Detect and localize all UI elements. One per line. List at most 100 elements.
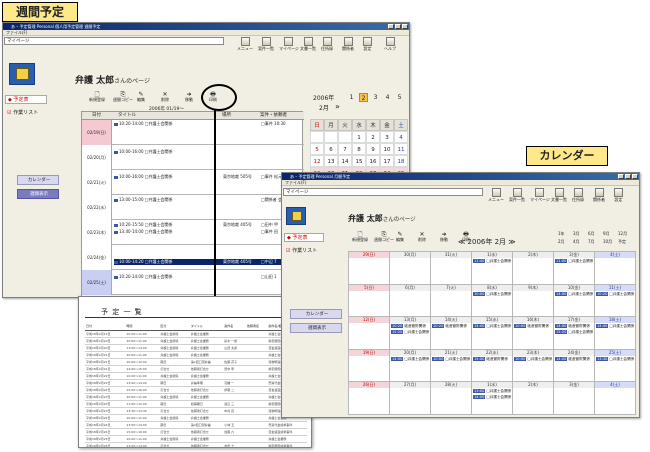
calendar-day-cell[interactable]: 14(火) 10:20 破産管財関係: [431, 317, 472, 350]
sidebar-item-schedule[interactable]: ◆ 予定表: [5, 95, 47, 104]
top-tool-button-6[interactable]: 設定: [614, 188, 623, 203]
calendar-event[interactable]: 14:00 □弁護士会関係: [555, 291, 593, 297]
schedule-entry[interactable]: 10:00-16:00 □弁護士会関係: [114, 149, 302, 155]
range-option[interactable]: 1年: [558, 231, 565, 237]
sidebar-item-calendar[interactable]: カレンダー: [17, 175, 59, 185]
top-tool-button-0[interactable]: メニュー: [488, 188, 504, 203]
calendar-event[interactable]: 13:30 □弁護士会関係: [596, 356, 634, 362]
top-tool-button-1[interactable]: 案件一覧: [258, 37, 274, 52]
sidebar-item-week[interactable]: 週間表示: [290, 323, 342, 333]
calendar-day-cell[interactable]: 13(月) 10:20 破産管財関係 15:20 □弁護士会関係: [390, 317, 431, 350]
mini-cal-link[interactable]: 3: [371, 93, 380, 102]
sidebar-item-calendar[interactable]: カレンダー: [290, 309, 342, 319]
calendar-tool-3[interactable]: ✕ 削除: [418, 231, 426, 243]
calendar-event[interactable]: 14:00 破産管財関係: [555, 356, 593, 362]
schedule-entry[interactable]: 13:40-14:00 □弁護士会関係 □事件 田: [114, 229, 302, 235]
mini-cal-day[interactable]: 8: [352, 143, 366, 155]
calendar-day-cell[interactable]: 26(日): [349, 382, 390, 415]
schedule-tool-4[interactable]: ➜ 移動: [185, 91, 193, 103]
date-cell[interactable]: 02/22(水): [82, 195, 112, 220]
minimize-button[interactable]: [618, 174, 624, 179]
date-cell[interactable]: 02/20(月): [82, 145, 112, 170]
calendar-day-cell[interactable]: 24(金) 14:00 破産管財関係: [554, 349, 595, 383]
calendar-day-cell[interactable]: 20(月) 14:00 □弁護士会関係: [390, 349, 431, 383]
top-tool-button-4[interactable]: 住所録: [321, 37, 333, 52]
calendar-event[interactable]: 10:20 破産管財関係: [432, 324, 470, 329]
mini-cal-link[interactable]: 6: [407, 93, 409, 102]
mini-cal-day[interactable]: 18: [394, 155, 408, 167]
date-cell[interactable]: 02/21(火): [82, 170, 112, 195]
calendar-event[interactable]: 10:00 □弁護士会関係: [473, 291, 511, 297]
calendar-day-cell[interactable]: 7(火): [431, 284, 472, 318]
calendar-day-cell[interactable]: 28(火): [431, 382, 472, 415]
mini-cal-day[interactable]: 1: [352, 131, 366, 143]
calendar-day-cell[interactable]: 27(月): [390, 382, 431, 415]
calendar-day-cell[interactable]: 11(土) 10:20 □弁護士会関係: [595, 284, 636, 318]
calendar-day-cell[interactable]: 23(木) 10:00 □弁護士会関係: [513, 349, 554, 383]
top-tool-button-4[interactable]: 住所録: [572, 188, 584, 203]
calendar-day-cell[interactable]: 2(木): [513, 382, 554, 415]
mini-cal-day[interactable]: 15: [352, 155, 366, 167]
menu-bar[interactable]: ファイル(F): [282, 180, 639, 186]
mini-cal-day[interactable]: 9: [366, 143, 380, 155]
sidebar-item-todo[interactable]: ☑ 作業リスト: [284, 247, 332, 256]
calendar-day-cell[interactable]: 21(火) 10:00 □弁護士会関係: [431, 349, 472, 383]
top-tool-button-3[interactable]: 文書一覧: [551, 188, 567, 203]
calendar-event[interactable]: 15:20 □弁護士会関係: [555, 329, 593, 335]
schedule-entry[interactable]: 10:20-14:00 □弁護士会関係 □事件 10:30: [114, 121, 302, 127]
date-cell[interactable]: 02/24(金): [82, 245, 112, 270]
top-tool-button-6[interactable]: 設定: [363, 37, 372, 52]
top-tool-button-5[interactable]: 関係者: [593, 188, 605, 203]
calendar-day-cell[interactable]: 29(日): [349, 252, 390, 285]
sidebar-item-schedule[interactable]: ◆ 予定表: [284, 233, 324, 242]
schedule-tool-0[interactable]: 🗋 新規登録: [89, 91, 105, 103]
calendar-tool-0[interactable]: 🗋 新規登録: [352, 231, 368, 243]
mini-cal-link[interactable]: 2: [359, 93, 368, 102]
mini-cal-link[interactable]: 1: [347, 93, 356, 102]
calendar-event[interactable]: 13:00 □弁護士会関係: [473, 389, 511, 394]
schedule-tool-3[interactable]: ✕ 削除: [161, 91, 169, 103]
calendar-event[interactable]: 14:00 □弁護士会関係: [391, 356, 429, 362]
range-option[interactable]: 9月: [603, 231, 610, 237]
calendar-day-cell[interactable]: 1(水) 11:40 □弁護士会関係: [472, 252, 513, 285]
menu-bar[interactable]: ファイル(F): [3, 30, 409, 36]
calendar-day-cell[interactable]: 30(月): [390, 252, 431, 285]
calendar-event[interactable]: 10:20 □弁護士会関係: [596, 291, 634, 297]
calendar-day-cell[interactable]: 4(土): [595, 382, 636, 415]
mini-cal-day[interactable]: 16: [366, 155, 380, 167]
range-option[interactable]: 予定: [618, 239, 626, 245]
mini-cal-day[interactable]: 5: [310, 143, 324, 155]
calendar-day-cell[interactable]: 8(水) 10:00 □弁護士会関係: [472, 284, 513, 318]
schedule-entry[interactable]: 10:20-14:00 □弁護士会関係 □山田 1: [114, 274, 302, 280]
calendar-event[interactable]: 14:00 破産管財関係: [555, 324, 593, 329]
top-tool-button-7[interactable]: ヘルプ: [384, 37, 396, 52]
top-tool-button-0[interactable]: メニュー: [237, 37, 253, 52]
calendar-event[interactable]: 10:00 □弁護士会関係: [514, 356, 552, 362]
calendar-tool-1[interactable]: ⎘ 週間コピー: [374, 231, 394, 243]
schedule-tool-1[interactable]: ⎘ 週間コピー: [113, 91, 133, 103]
calendar-day-cell[interactable]: 25(土) 13:30 □弁護士会関係: [595, 349, 636, 383]
schedule-entry[interactable]: 10:00-16:00 □弁護士会関係 東京地裁 505号 □事件 松元: [114, 174, 302, 180]
next-month-icon[interactable]: »: [335, 102, 340, 111]
range-option[interactable]: 3月: [573, 231, 580, 237]
top-tool-button-1[interactable]: 案件一覧: [509, 188, 525, 203]
range-option[interactable]: 2月: [558, 239, 565, 245]
calendar-day-cell[interactable]: 15(水) 14:00 □弁護士会関係: [472, 317, 513, 350]
mini-cal-day[interactable]: 12: [310, 155, 324, 167]
top-tool-button-3[interactable]: 文書一覧: [300, 37, 316, 52]
calendar-day-cell[interactable]: 12(日): [349, 317, 390, 350]
calendar-tool-4[interactable]: ➜ 移動: [440, 231, 448, 243]
calendar-event[interactable]: 11:00 □弁護士会関係: [555, 259, 593, 264]
mini-cal-link[interactable]: 5: [395, 93, 404, 102]
calendar-event[interactable]: 15:20 □弁護士会関係: [391, 329, 429, 335]
calendar-day-cell[interactable]: 22(水) 15:00 破産管財関係: [472, 349, 513, 383]
address-bar[interactable]: マイページ: [283, 188, 483, 196]
calendar-day-cell[interactable]: 10(金) 14:00 □弁護士会関係: [554, 284, 595, 318]
range-option[interactable]: 12月: [618, 231, 627, 237]
date-cell[interactable]: 02/25(土): [82, 270, 112, 295]
calendar-day-cell[interactable]: 3(金): [554, 382, 595, 415]
close-button[interactable]: [632, 174, 638, 179]
schedule-entry[interactable]: 10:20-15:50 □弁護士会関係 東京地裁 405号 □田中 甲: [114, 222, 302, 228]
range-option[interactable]: 7月: [588, 239, 595, 245]
calendar-day-cell[interactable]: 16(木) 10:00 破産管財関係: [513, 317, 554, 350]
